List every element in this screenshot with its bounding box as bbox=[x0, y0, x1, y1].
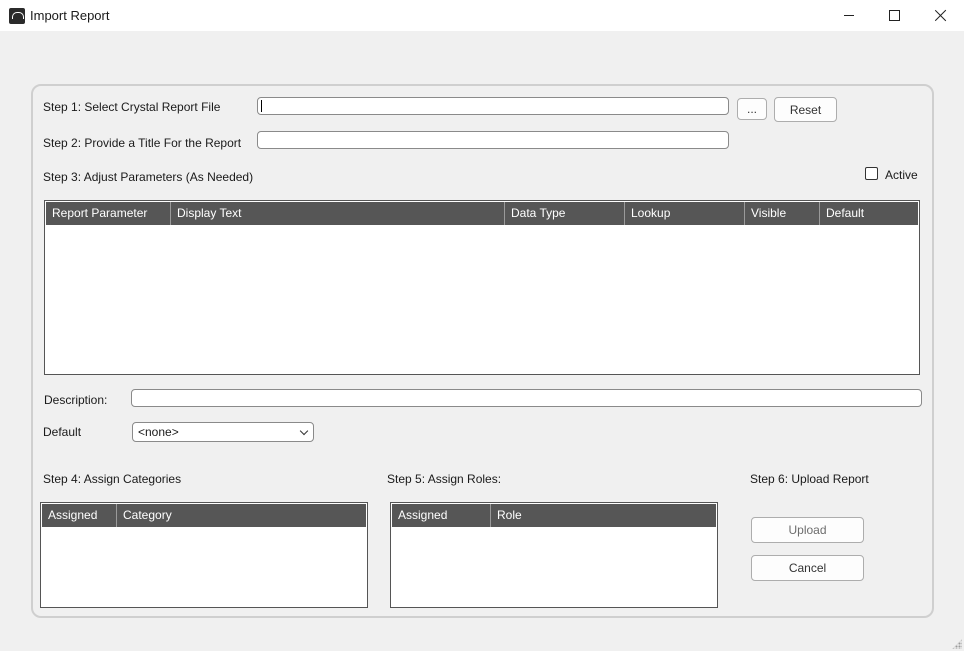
roles-grid[interactable]: Assigned Role bbox=[390, 502, 718, 608]
categories-grid-header: Assigned Category bbox=[42, 504, 366, 527]
minimize-button[interactable] bbox=[826, 0, 872, 31]
active-label: Active bbox=[885, 168, 918, 182]
resize-grip-icon[interactable] bbox=[952, 639, 962, 649]
column-header[interactable]: Report Parameter bbox=[46, 202, 171, 225]
chevron-down-icon bbox=[299, 426, 309, 436]
parameters-grid-header: Report Parameter Display Text Data Type … bbox=[46, 202, 918, 225]
categories-grid[interactable]: Assigned Category bbox=[40, 502, 368, 608]
roles-grid-header: Assigned Role bbox=[392, 504, 716, 527]
column-header[interactable]: Assigned bbox=[42, 504, 117, 527]
step4-label: Step 4: Assign Categories bbox=[43, 472, 182, 486]
column-header[interactable]: Default bbox=[820, 202, 920, 225]
report-file-input[interactable] bbox=[257, 97, 729, 115]
minimize-icon bbox=[844, 15, 854, 16]
column-header[interactable]: Lookup bbox=[625, 202, 745, 225]
cancel-button[interactable]: Cancel bbox=[751, 555, 864, 581]
step6-label: Step 6: Upload Report bbox=[750, 472, 869, 486]
column-header[interactable]: Role bbox=[491, 504, 716, 527]
step1-label: Step 1: Select Crystal Report File bbox=[43, 100, 221, 114]
maximize-icon bbox=[888, 10, 900, 21]
report-title-input[interactable] bbox=[257, 131, 729, 149]
close-icon bbox=[934, 9, 947, 22]
window-title: Import Report bbox=[30, 8, 110, 23]
maximize-button[interactable] bbox=[871, 0, 917, 31]
column-header[interactable]: Assigned bbox=[392, 504, 491, 527]
column-header[interactable]: Visible bbox=[745, 202, 820, 225]
column-header[interactable]: Display Text bbox=[171, 202, 505, 225]
text-caret bbox=[261, 100, 262, 112]
close-button[interactable] bbox=[917, 0, 963, 31]
step5-label: Step 5: Assign Roles: bbox=[387, 472, 502, 486]
default-select[interactable]: <none> bbox=[132, 422, 314, 442]
reset-button[interactable]: Reset bbox=[774, 97, 837, 122]
step3-label: Step 3: Adjust Parameters (As Needed) bbox=[43, 170, 254, 184]
app-icon bbox=[9, 8, 25, 24]
description-input[interactable] bbox=[131, 389, 922, 407]
column-header[interactable]: Category bbox=[117, 504, 366, 527]
default-label: Default bbox=[43, 425, 82, 439]
default-select-value: <none> bbox=[138, 425, 179, 439]
active-checkbox[interactable] bbox=[865, 167, 878, 180]
description-label: Description: bbox=[44, 393, 108, 407]
column-header[interactable]: Data Type bbox=[505, 202, 625, 225]
upload-button[interactable]: Upload bbox=[751, 517, 864, 543]
title-bar: Import Report bbox=[0, 0, 964, 31]
step2-label: Step 2: Provide a Title For the Report bbox=[43, 136, 242, 150]
browse-button[interactable]: ... bbox=[737, 98, 767, 120]
parameters-grid[interactable]: Report Parameter Display Text Data Type … bbox=[44, 200, 920, 375]
